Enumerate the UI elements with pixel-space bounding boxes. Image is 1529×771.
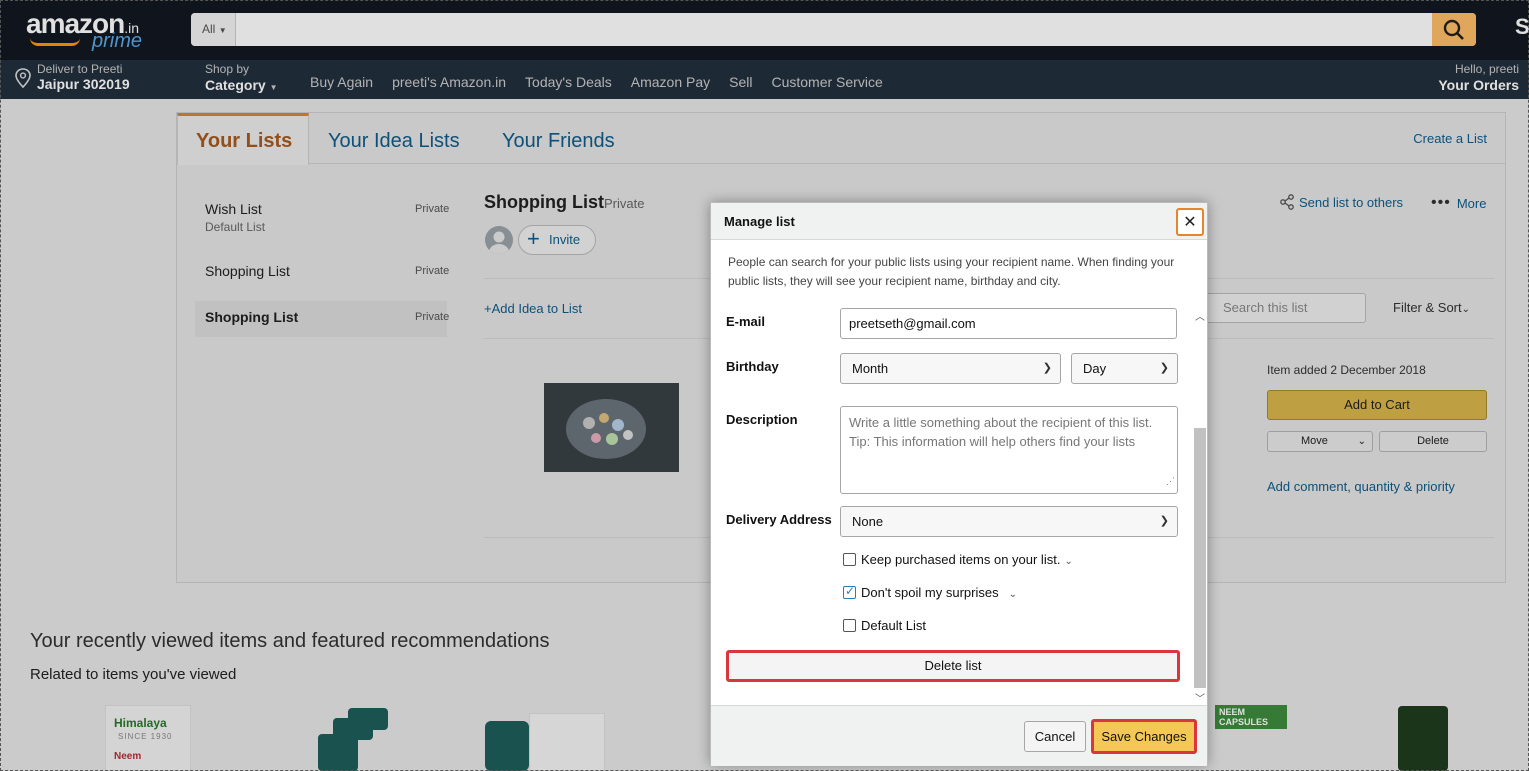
- default-list-checkbox[interactable]: [843, 619, 856, 632]
- delivery-address-select[interactable]: None ❯: [840, 506, 1178, 537]
- modal-title: Manage list: [724, 214, 795, 229]
- resize-handle-icon[interactable]: ⋰: [1166, 472, 1175, 491]
- modal-description: People can search for your public lists …: [728, 255, 1175, 288]
- chevron-down-icon: ❯: [1159, 515, 1169, 527]
- chevron-down-icon: ❯: [1042, 362, 1052, 374]
- scroll-up-icon[interactable]: ︿: [1195, 308, 1205, 323]
- scroll-thumb[interactable]: [1194, 428, 1206, 688]
- email-label: E-mail: [726, 314, 766, 329]
- description-label: Description: [726, 412, 798, 427]
- modal-footer: Cancel Save Changes: [711, 705, 1207, 766]
- cancel-button[interactable]: Cancel: [1024, 721, 1086, 752]
- dont-spoil-option[interactable]: Don't spoil my surprises⌄: [843, 584, 1017, 600]
- close-button[interactable]: ✕: [1176, 208, 1204, 236]
- close-icon: ✕: [1183, 214, 1197, 231]
- email-field[interactable]: [840, 308, 1177, 339]
- keep-purchased-checkbox[interactable]: [843, 553, 856, 566]
- default-list-option[interactable]: Default List: [843, 618, 926, 633]
- delete-list-button[interactable]: Delete list: [726, 650, 1180, 682]
- modal-header: Manage list ✕: [711, 203, 1207, 240]
- chevron-down-icon[interactable]: ⌄: [1009, 589, 1017, 600]
- birthday-day-select[interactable]: Day ❯: [1071, 353, 1178, 384]
- chevron-down-icon[interactable]: ⌄: [1064, 556, 1072, 567]
- save-changes-button[interactable]: Save Changes: [1091, 719, 1197, 754]
- manage-list-modal: Manage list ✕ People can search for your…: [710, 202, 1208, 766]
- birthday-label: Birthday: [726, 359, 779, 374]
- keep-purchased-option[interactable]: Keep purchased items on your list. ⌄: [843, 552, 1073, 567]
- scroll-down-icon[interactable]: ﹀: [1195, 690, 1205, 705]
- delivery-address-label: Delivery Address: [726, 512, 832, 527]
- modal-scrollbar[interactable]: ︿ ﹀: [1193, 308, 1207, 705]
- modal-body: E-mail Birthday Month ❯ Day ❯ Descriptio…: [711, 299, 1207, 707]
- chevron-down-icon: ❯: [1159, 362, 1169, 374]
- description-textarea[interactable]: Write a little something about the recip…: [840, 406, 1178, 494]
- birthday-month-select[interactable]: Month ❯: [840, 353, 1061, 384]
- dont-spoil-checkbox[interactable]: [843, 584, 856, 599]
